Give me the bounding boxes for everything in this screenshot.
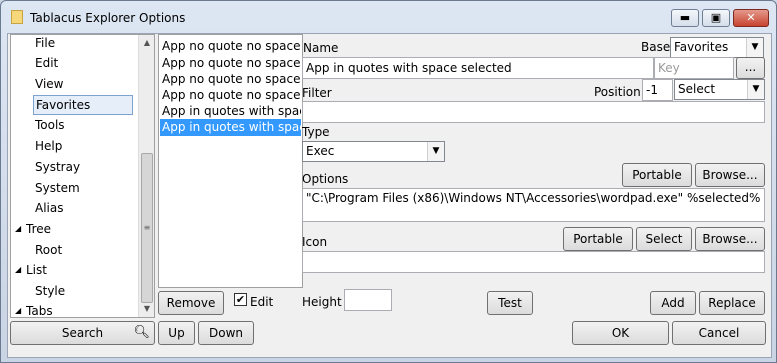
edit-checkbox[interactable]: ✔ [234,293,247,306]
position-select-value: Select [678,82,716,96]
maximize-button[interactable]: ▣ [702,9,730,27]
tree-item-view[interactable]: View [35,77,63,91]
client-area: File Edit View Favorites Tools Help Syst… [7,33,772,358]
position-label: Position [594,85,641,99]
list-item-selected[interactable]: App in quotes with space selected [160,119,301,136]
browse-button[interactable]: Browse... [695,163,765,187]
favorites-list[interactable]: App no quote no space no selected App no… [158,34,303,288]
title-bar[interactable]: Tablacus Explorer Options ▬ ▣ ✕ [1,1,776,33]
expand-list-icon[interactable]: ◢ [15,265,21,274]
options-label: Options [302,172,349,186]
list-item[interactable]: App no quote no space selected [160,71,301,88]
tree-item-root[interactable]: Root [35,243,62,257]
type-select-value: Exec [306,144,335,158]
chevron-down-icon: ▼ [747,80,764,99]
minimize-button[interactable]: ▬ [671,9,699,27]
remove-button[interactable]: Remove [158,291,224,315]
scroll-down-icon[interactable]: ▼ [139,301,155,317]
app-icon [11,10,23,24]
tree-item-edit[interactable]: Edit [35,56,58,70]
base-label: Base [641,40,671,54]
options-window: Tablacus Explorer Options ▬ ▣ ✕ File Edi… [0,0,777,363]
replace-button[interactable]: Replace [699,291,765,315]
options-input[interactable]: "C:\Program Files (x86)\Windows NT\Acces… [302,188,765,222]
tree-item-tools[interactable]: Tools [35,118,65,132]
ok-button[interactable]: OK [572,321,669,345]
edit-label: Edit [250,295,274,309]
scroll-thumb[interactable]: ≡ [141,153,153,303]
expand-tabs-icon[interactable]: ◢ [15,306,21,315]
tree-item-system[interactable]: System [35,181,80,195]
tree-scrollbar[interactable]: ▲ ≡ ▼ [138,35,154,317]
search-icon: 🔍︎ [133,325,150,340]
icon-label: Icon [302,235,328,249]
icon-browse-button[interactable]: Browse... [695,227,765,251]
height-label: Height [302,295,342,309]
scroll-up-icon[interactable]: ▲ [139,35,155,51]
base-select[interactable]: Favorites ▼ [670,37,764,58]
tree-item-alias[interactable]: Alias [35,201,63,215]
tree-item-style[interactable]: Style [35,284,65,298]
list-item[interactable]: App in quotes with space [160,103,301,120]
type-select[interactable]: Exec ▼ [302,141,445,162]
position-input[interactable]: -1 [642,79,673,101]
tree-item-file[interactable]: File [35,36,55,50]
type-label: Type [302,125,330,139]
name-label: Name [303,41,339,55]
height-input[interactable] [344,289,392,311]
chevron-down-icon: ▼ [746,38,763,57]
window-title: Tablacus Explorer Options [30,11,186,25]
filter-label: Filter [302,86,332,100]
key-browse-button[interactable]: ... [736,57,765,79]
close-button[interactable]: ✕ [733,9,769,27]
search-button[interactable]: Search 🔍︎ [10,321,155,345]
expand-tree-icon[interactable]: ◢ [15,224,21,233]
tree-item-list[interactable]: List [26,263,47,277]
test-button[interactable]: Test [487,291,533,315]
add-button[interactable]: Add [650,291,696,315]
list-item[interactable]: App no quote no space no selected [160,38,301,55]
category-tree[interactable]: File Edit View Favorites Tools Help Syst… [10,34,155,318]
portable-button[interactable]: Portable [622,163,692,187]
tree-item-favorites[interactable]: Favorites [33,95,133,115]
search-label: Search [61,326,104,340]
list-item[interactable]: App no quote no space no selected [160,55,301,72]
name-input[interactable]: App in quotes with space selected [302,57,654,79]
tree-item-tree[interactable]: Tree [26,222,51,236]
key-input[interactable]: Key [654,57,734,79]
cancel-button[interactable]: Cancel [672,321,766,345]
base-select-value: Favorites [674,40,729,54]
filter-input[interactable] [302,101,765,123]
list-item[interactable]: App no quote no space selected [160,87,301,104]
up-button[interactable]: Up [158,321,195,345]
down-button[interactable]: Down [198,321,254,345]
tree-item-tabs[interactable]: Tabs [26,304,53,318]
chevron-down-icon: ▼ [427,142,444,161]
icon-input[interactable] [302,251,765,273]
icon-select-button[interactable]: Select [636,227,692,251]
icon-portable-button[interactable]: Portable [563,227,633,251]
position-select[interactable]: Select ▼ [674,79,765,100]
tree-item-help[interactable]: Help [35,139,62,153]
tree-item-systray[interactable]: Systray [35,160,80,174]
